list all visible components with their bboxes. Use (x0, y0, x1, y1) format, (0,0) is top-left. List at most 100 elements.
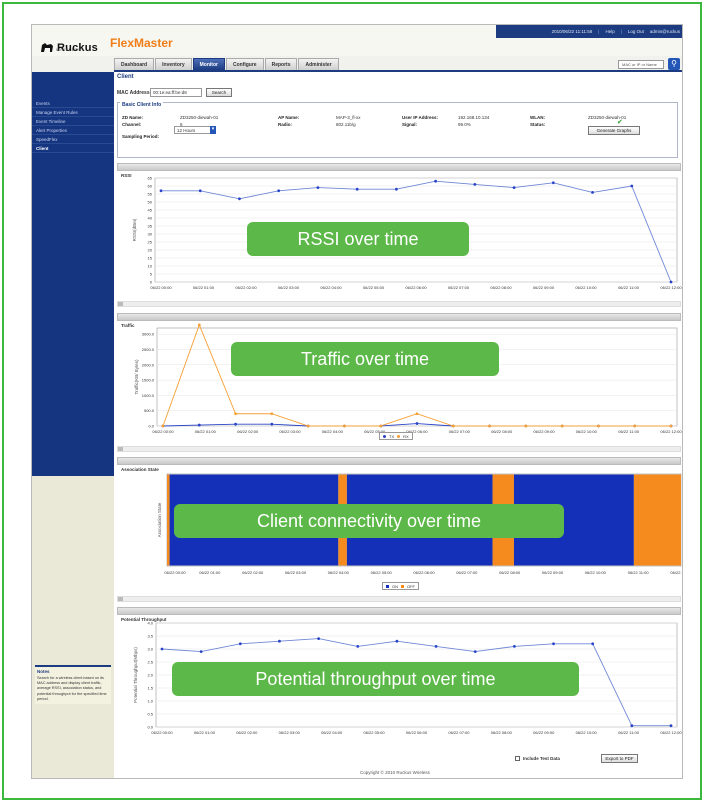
throughput-x-tick-label: 06/22 12:00 (660, 730, 682, 735)
sidebar-item-manage-event-rules[interactable]: Manage Event Rules (32, 108, 114, 117)
device-search-input[interactable]: MAC or IP or Name (618, 60, 664, 69)
traffic-y-tick-label: 1000.0 (142, 393, 155, 398)
util-datetime: 2010/06/22 11:11:58 (551, 29, 593, 34)
assoc-x-tick-label: 06/22 03:00 (285, 570, 307, 575)
search-icon: ⚲ (671, 59, 677, 68)
include-test-data-label: Include Test Data (523, 756, 560, 761)
throughput-data-point (317, 637, 321, 640)
tab-dashboard[interactable]: Dashboard (114, 58, 155, 70)
throughput-y-tick-label: 3.0 (147, 647, 153, 652)
traffic-y-tick-label: 2500.0 (142, 347, 155, 352)
traffic-x-tick-label: 06/22 00:00 (152, 429, 174, 434)
sidebar-item-alert-properties[interactable]: Alert Properties (32, 126, 114, 135)
sidebar-item-client[interactable]: Client (32, 144, 114, 153)
device-search-button[interactable]: ⚲ (668, 58, 680, 70)
throughput-x-tick-label: 06/22 06:00 (406, 730, 428, 735)
rssi-data-point (434, 179, 438, 183)
traffic-data-point (197, 323, 201, 327)
traffic-scroll-thumb[interactable] (118, 447, 123, 451)
throughput-data-point (160, 647, 164, 651)
traffic-data-point (669, 424, 673, 428)
throughput-x-tick-label: 06/22 03:00 (279, 730, 301, 735)
main-nav: Dashboard Inventory Monitor Configure Re… (114, 58, 339, 70)
rssi-x-tick-label: 06/22 02:00 (235, 285, 257, 290)
throughput-y-axis-label: Potential Throughput(Mbps) (133, 647, 138, 703)
traffic-legend: TX RX (379, 432, 413, 440)
rssi-x-tick-label: 06/22 07:00 (448, 285, 470, 290)
tab-administer[interactable]: Administer (298, 58, 339, 70)
sampling-period-select[interactable]: 12 Hours (174, 126, 212, 134)
chevron-down-icon: ▾ (211, 126, 215, 132)
sidebar-item-event-timeline[interactable]: Event Timeline (32, 117, 114, 126)
rssi-x-tick-label: 06/22 12:00 (660, 285, 682, 290)
throughput-y-tick-label: 2.5 (147, 660, 153, 665)
rssi-scroll-thumb[interactable] (118, 302, 123, 306)
tab-monitor[interactable]: Monitor (192, 58, 225, 70)
sampling-period-dropdown[interactable]: ▾ (210, 126, 216, 134)
sidebar-lower-panel (32, 476, 114, 778)
include-test-data-checkbox[interactable] (515, 756, 520, 761)
rssi-data-point (316, 186, 320, 189)
rssi-y-tick-label: 60 (148, 184, 153, 189)
throughput-x-tick-label: 06/22 04:00 (321, 730, 343, 735)
product-name: FlexMaster (110, 36, 173, 50)
throughput-data-point (395, 639, 399, 643)
traffic-x-tick-label: 06/22 07:00 (449, 429, 471, 434)
rssi-y-tick-label: 65 (148, 176, 153, 181)
rssi-y-tick-label: 35 (148, 224, 153, 229)
rssi-chart-scrollbar[interactable] (117, 301, 681, 307)
traffic-x-tick-label: 06/22 11:00 (618, 429, 640, 434)
signal-label: Signal: (402, 122, 418, 127)
throughput-y-tick-label: 1.5 (147, 686, 153, 691)
traffic-y-tick-label: 0.0 (148, 424, 154, 429)
rssi-y-tick-label: 20 (148, 248, 153, 253)
traffic-x-tick-label: 06/22 03:00 (279, 429, 301, 434)
traffic-data-point (379, 424, 383, 428)
rssi-x-tick-label: 06/22 09:00 (533, 285, 555, 290)
status-label: Status: (530, 122, 546, 127)
rssi-y-tick-label: 45 (148, 208, 153, 213)
sidebar-item-events[interactable]: Events (32, 99, 114, 108)
assoc-chart-scrollbar[interactable] (117, 596, 681, 602)
throughput-data-point (278, 639, 281, 643)
rssi-x-tick-label: 06/22 11:00 (618, 285, 640, 290)
assoc-x-tick-label: 06/22 11:00 (628, 570, 650, 575)
logout-link[interactable]: Log Out (628, 29, 644, 34)
tab-configure[interactable]: Configure (225, 58, 264, 70)
rssi-data-point (198, 189, 202, 193)
rssi-x-tick-label: 06/22 04:00 (320, 285, 342, 290)
top-bar: Ruckus WIRELESS FlexMaster 2010/06/22 11… (32, 25, 682, 56)
mac-address-input[interactable]: 00:1e:ea:ff:be:d8 (150, 88, 202, 97)
rssi-y-tick-label: 25 (148, 240, 153, 245)
assoc-segment-off (167, 474, 170, 566)
assoc-scroll-thumb[interactable] (118, 597, 123, 601)
tab-reports[interactable]: Reports (264, 58, 298, 70)
rssi-y-tick-label: 30 (148, 232, 153, 237)
throughput-x-tick-label: 06/22 08:00 (491, 730, 513, 735)
sidebar-item-speedflex[interactable]: SpeedFlex (32, 135, 114, 144)
traffic-x-tick-label: 06/22 04:00 (322, 429, 344, 434)
traffic-data-point (343, 424, 346, 428)
ap-name-label: AP Name: (278, 115, 300, 120)
throughput-data-point (591, 642, 595, 646)
zd-name-value: ZD3250-diewah-01 (180, 115, 219, 120)
traffic-data-point (415, 412, 419, 416)
assoc-x-tick-label: 06/22 09:00 (542, 570, 564, 575)
traffic-y-tick-label: 3000.0 (142, 332, 155, 337)
traffic-x-tick-label: 06/22 02:00 (237, 429, 259, 434)
mac-search-button[interactable]: Search (206, 88, 232, 97)
assoc-x-tick-label: 06/22 07:00 (456, 570, 478, 575)
rssi-data-point (591, 191, 594, 194)
rssi-y-tick-label: 5 (150, 272, 153, 277)
traffic-chart-scrollbar[interactable] (117, 446, 681, 452)
throughput-x-tick-label: 06/22 01:00 (194, 730, 216, 735)
assoc-x-tick-label: 06/22 10:00 (585, 570, 607, 575)
help-link[interactable]: Help (605, 29, 614, 34)
rssi-x-tick-label: 06/22 00:00 (150, 285, 172, 290)
export-pdf-button[interactable]: Export to PDF (601, 754, 638, 763)
rssi-data-point (669, 280, 673, 284)
tab-inventory[interactable]: Inventory (155, 58, 192, 70)
generate-graphs-button[interactable]: Generate Graphs (588, 126, 640, 135)
traffic-data-point (560, 424, 564, 428)
traffic-y-tick-label: 1500.0 (142, 378, 155, 383)
